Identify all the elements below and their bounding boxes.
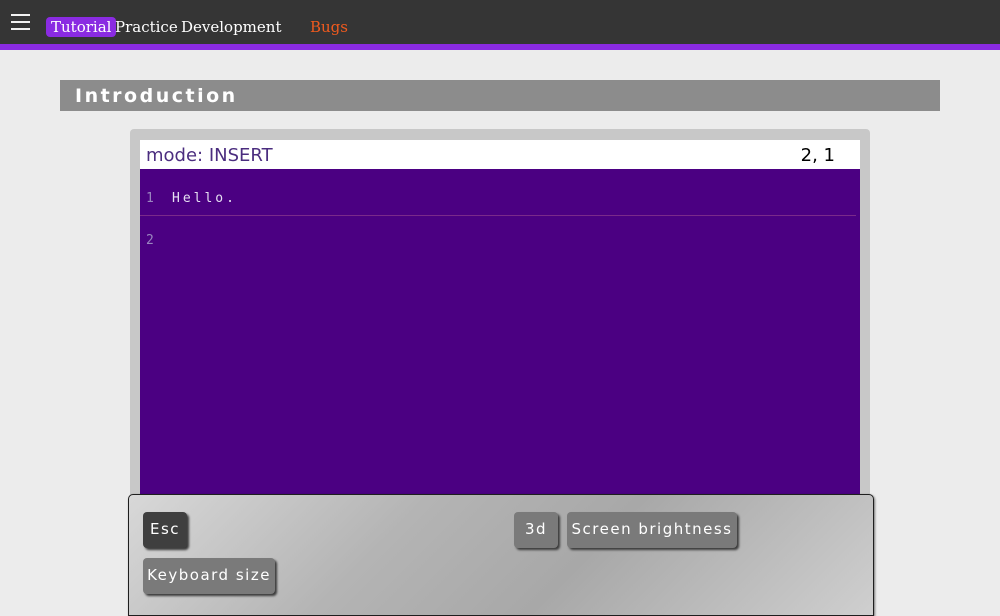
line-number: 2 xyxy=(146,233,154,248)
nav-accent-stripe xyxy=(0,44,1000,50)
nav-tutorial[interactable]: Tutorial xyxy=(46,17,117,37)
line-number: 1 xyxy=(146,191,154,206)
section-title: Introduction xyxy=(75,85,238,107)
nav-development[interactable]: Development xyxy=(181,17,281,37)
top-nav-bar: Tutorial Practice Development Bugs xyxy=(0,0,1000,44)
editor-status-bar: mode: INSERT 2, 1 xyxy=(140,140,860,169)
hamburger-menu-icon[interactable] xyxy=(10,11,32,33)
keyboard-size-button[interactable]: Keyboard size xyxy=(143,558,275,594)
screen-brightness-button[interactable]: Screen brightness xyxy=(567,512,737,548)
editor-line[interactable]: 2 xyxy=(140,226,856,268)
cursor-position: 2, 1 xyxy=(800,145,835,166)
virtual-keyboard-panel: Esc 3d Screen brightness Keyboard size xyxy=(128,494,874,616)
editor-text-area[interactable]: 1 Hello. 2 xyxy=(140,169,860,500)
editor-line[interactable]: 1 Hello. xyxy=(140,169,856,216)
line-text[interactable]: Hello. xyxy=(172,191,237,206)
nav-practice[interactable]: Practice xyxy=(115,17,178,37)
editor-mode-indicator: mode: INSERT xyxy=(146,145,273,166)
section-header: Introduction xyxy=(60,80,940,111)
nav-bugs[interactable]: Bugs xyxy=(310,17,348,37)
esc-key[interactable]: Esc xyxy=(143,512,187,548)
3d-toggle-button[interactable]: 3d xyxy=(514,512,558,548)
